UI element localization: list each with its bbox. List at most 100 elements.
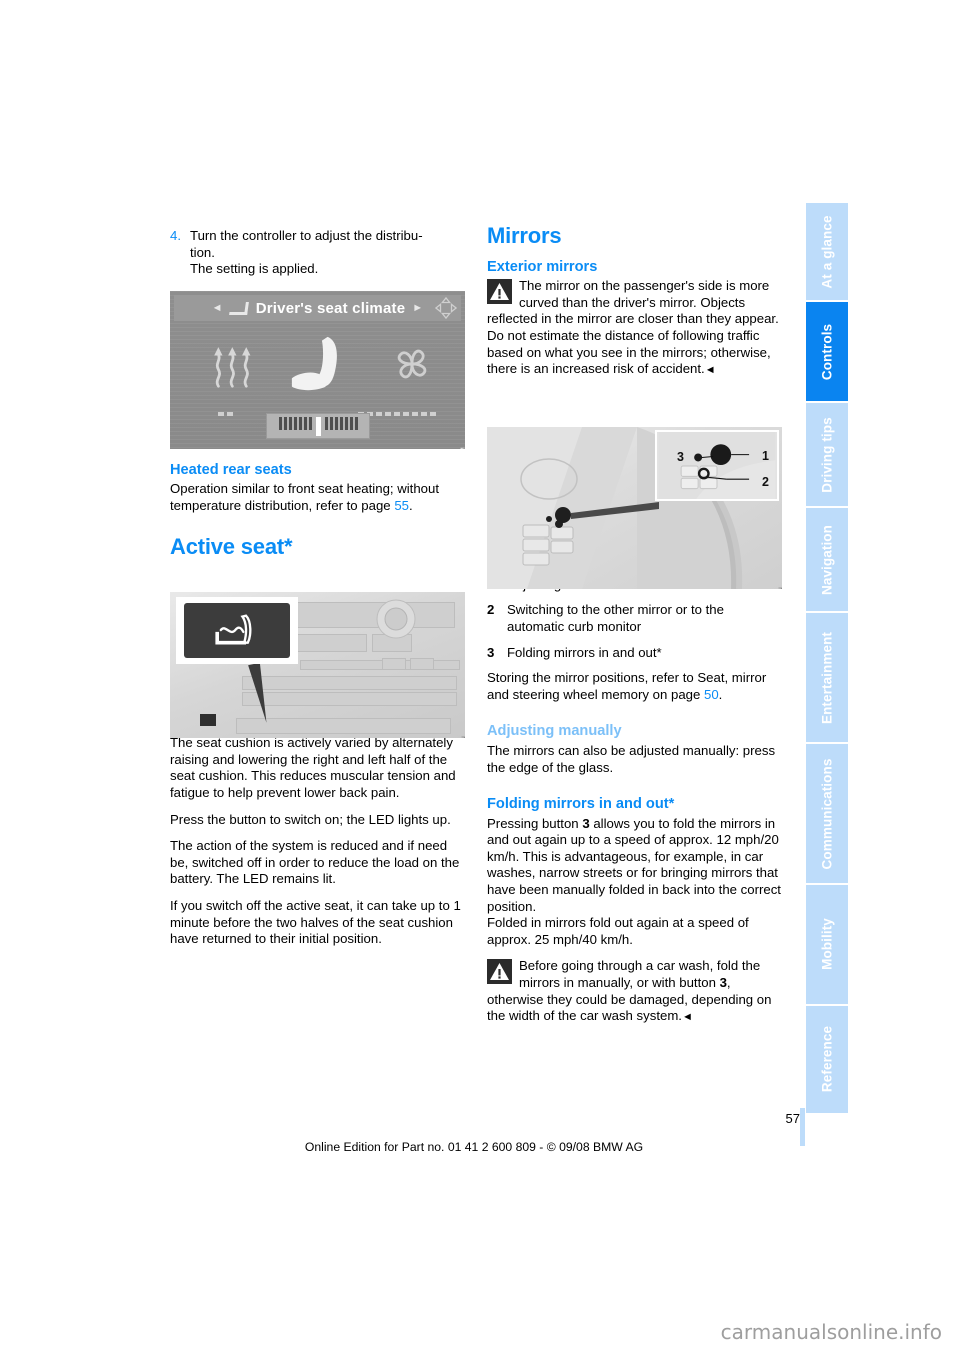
legend-item-3: 3 Folding mirrors in and out* <box>487 645 784 662</box>
seat-icon <box>228 301 249 315</box>
callout-detail-box <box>176 597 298 664</box>
numbered-step-4: 4. Turn the controller to adjust the dis… <box>170 228 467 278</box>
center-console-photo: VKV9ZKVN <box>170 592 465 738</box>
heated-rear-body-end: . <box>408 497 413 513</box>
sidebar-item-label: Mobility <box>819 918 835 971</box>
storing-text: Storing the mirror positions, refer to S… <box>487 670 767 702</box>
page-reference-55[interactable]: 55 <box>394 498 409 513</box>
sidebar-item-entertainment[interactable]: Entertainment <box>806 613 848 743</box>
sidebar-item-communications[interactable]: Communications <box>806 744 848 883</box>
warning-triangle-icon <box>487 959 512 985</box>
sidebar-item-controls[interactable]: Controls <box>806 302 848 402</box>
figure-mirror-controls: 3 1 2 VKV9ZGOVN <box>487 427 782 589</box>
warning-triangle-icon <box>487 279 512 305</box>
page-title-mirrors: Mirrors <box>487 223 562 248</box>
storing-text-end: . <box>718 686 723 702</box>
figure-idrive-seat-climate: ◄ Driver's seat climate ► <box>170 291 465 449</box>
sidebar-item-label: Driving tips <box>819 417 835 493</box>
sidebar-item-navigation[interactable]: Navigation <box>806 508 848 612</box>
figure-caption: VKV9Z2ZMM <box>461 447 465 449</box>
active-seat-button-highlight[interactable] <box>200 714 216 726</box>
imprint-line: Online Edition for Part no. 01 41 2 600 … <box>0 1140 960 1154</box>
site-watermark: carmanualsonline.info <box>720 1320 942 1344</box>
warning-text: The mirror on the passenger's side is mo… <box>487 278 779 377</box>
paragraph-heated-rear-seats: Operation similar to front seat heating;… <box>170 481 467 514</box>
warning-car-wash: Before going through a car wash, fold th… <box>487 958 784 1025</box>
seat-illustration <box>291 336 337 391</box>
sidebar-item-label: Controls <box>819 323 835 380</box>
page-reference-50[interactable]: 50 <box>704 687 719 702</box>
heading-active-seat: Active seat* <box>170 533 293 559</box>
right-text-column: Mirrors Exterior mirrors The mirror on t… <box>487 223 784 1036</box>
imprint-text: Online Edition for Part no. 01 41 2 600 … <box>304 1140 644 1154</box>
legend-item-2: 2 Switching to the other mirror or to th… <box>487 602 784 635</box>
warning-exterior-mirrors: The mirror on the passenger's side is mo… <box>487 278 784 379</box>
mirror-switch-detail-inset: 3 1 2 <box>655 430 779 501</box>
mirror-fold-button <box>694 453 703 462</box>
sidebar-item-mobility[interactable]: Mobility <box>806 885 848 1004</box>
active-seat-icon <box>215 613 252 644</box>
sidebar-item-label: At a glance <box>819 215 835 289</box>
section-tab-rail[interactable]: At a glance Controls Driving tips Naviga… <box>806 203 848 1113</box>
console-vent-c <box>242 692 457 706</box>
step-number: 4. <box>170 228 181 243</box>
legend-label: Folding mirrors in and out* <box>507 644 662 660</box>
manual-page: At a glance Controls Driving tips Naviga… <box>0 0 960 1358</box>
folding-text-a: Pressing button <box>487 815 583 831</box>
right-arrow-icon[interactable]: ► <box>405 302 430 314</box>
console-button-group-a <box>295 634 367 652</box>
paragraph-folding-mirrors-2: Folded in mirrors fold out again at a sp… <box>487 915 749 947</box>
console-vent-b <box>242 676 457 690</box>
left-arrow-icon[interactable]: ◄ <box>205 302 230 314</box>
button-number-reference: 3 <box>582 815 590 831</box>
sidebar-item-label: Navigation <box>819 524 835 595</box>
paragraph-active-seat-4: If you switch off the active seat, it ca… <box>170 897 461 947</box>
button-number-reference: 3 <box>719 975 727 991</box>
paragraph-active-seat-3: The action of the system is reduced and … <box>170 838 460 887</box>
sidebar-item-label: Communications <box>819 758 835 870</box>
sidebar-item-label: Reference <box>819 1026 835 1093</box>
paragraph-folding-mirrors-1: Pressing button 3 allows you to fold the… <box>487 816 784 916</box>
seat-heating-icon <box>214 347 251 388</box>
idrive-title: Driver's seat climate <box>255 299 406 317</box>
step-line-2: tion. <box>190 244 215 260</box>
paragraph-adjusting-manually: The mirrors can also be adjusted manuall… <box>487 742 776 775</box>
sidebar-item-label: Entertainment <box>819 631 835 724</box>
fan-level-ticks <box>358 403 439 416</box>
callout-number-2: 2 <box>762 475 769 489</box>
heading-heated-rear-seats: Heated rear seats <box>170 461 292 478</box>
step-text: Turn the controller to adjust the distri… <box>190 228 467 278</box>
heading-adjusting-manually: Adjusting manually <box>487 723 622 740</box>
page-number: 57 <box>785 1111 800 1126</box>
sidebar-item-reference[interactable]: Reference <box>806 1005 848 1113</box>
figure-caption: VKV9ZKVN <box>461 736 465 738</box>
console-rotary-knob <box>376 599 416 639</box>
legend-number: 2 <box>487 602 495 618</box>
idrive-title-bar: ◄ Driver's seat climate ► <box>174 295 461 321</box>
door-panel-photo: 3 1 2 VKV9ZGOVN <box>487 427 782 589</box>
paragraph-active-seat-1: The seat cushion is actively varied by a… <box>170 735 456 800</box>
paragraph-storing-mirror-positions: Storing the mirror positions, refer to S… <box>487 670 784 703</box>
slider-knob[interactable] <box>315 416 321 436</box>
legend-number: 3 <box>487 644 495 660</box>
console-vent-a <box>300 660 460 670</box>
step-line-1: Turn the controller to adjust the distri… <box>190 228 423 243</box>
warning-end-mark: ◄ <box>704 364 716 377</box>
controller-compass-icon <box>435 297 457 319</box>
sidebar-item-driving-tips[interactable]: Driving tips <box>806 403 848 507</box>
step-line-3: The setting is applied. <box>190 261 319 277</box>
slider-bars <box>278 416 358 436</box>
distribution-slider[interactable] <box>266 413 370 439</box>
figure-active-seat-button: VKV9ZKVN <box>170 592 465 738</box>
paragraph-active-seat-2: Press the button to switch on; the LED l… <box>170 811 451 827</box>
console-small-button-a <box>382 658 406 670</box>
fan-icon <box>397 349 427 379</box>
warning-end-mark: ◄ <box>681 1011 693 1024</box>
callout-number-3: 3 <box>677 450 684 464</box>
sidebar-item-at-a-glance[interactable]: At a glance <box>806 203 848 301</box>
figure-caption: VKV9ZGOVN <box>778 587 782 589</box>
idrive-screen: ◄ Driver's seat climate ► <box>170 291 465 449</box>
active-seat-button[interactable] <box>184 603 290 658</box>
heading-folding-mirrors: Folding mirrors in and out* <box>487 796 675 813</box>
mirror-joystick <box>710 444 732 466</box>
